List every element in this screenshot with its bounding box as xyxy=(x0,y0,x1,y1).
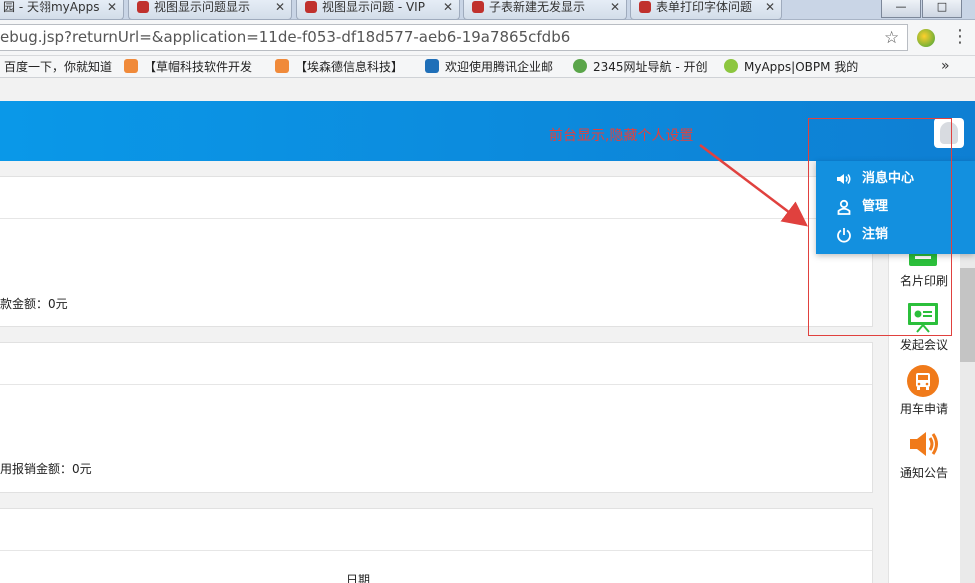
tab-label: 园 - 天翎myApps xyxy=(3,0,100,14)
bookmarks-bar: 百度一下，你就知道 【草帽科技软件开发 【埃森德信息科技】 欢迎使用腾讯企业邮 … xyxy=(0,56,975,78)
close-icon[interactable]: ✕ xyxy=(107,0,117,14)
app-label[interactable]: 用车申请 xyxy=(888,400,960,417)
close-icon[interactable]: ✕ xyxy=(610,0,620,14)
favicon-icon xyxy=(124,59,138,73)
bookmark-item[interactable]: 【埃森德信息科技】 xyxy=(275,59,403,75)
favicon-icon xyxy=(137,1,149,13)
bus-icon[interactable] xyxy=(907,365,939,397)
address-bar: ebug.jsp?returnUrl=&application=11de-f05… xyxy=(0,20,975,56)
browser-tab-strip: 园 - 天翎myApps ✕ 视图显示问题显示 ✕ 视图显示问题 - VIP ✕… xyxy=(0,0,975,20)
bookmark-item[interactable]: 2345网址导航 - 开创 xyxy=(573,59,708,75)
bookmark-item[interactable]: MyApps|OBPM 我的 xyxy=(724,59,858,75)
main-content: 款金额：0元 用报销金额：0元 日期 xyxy=(0,161,888,583)
bookmark-item[interactable]: 百度一下，你就知道 xyxy=(4,59,112,75)
card-amount-text: 款金额：0元 xyxy=(0,297,68,311)
browser-menu-icon[interactable]: ⋮ xyxy=(951,26,969,47)
app-label[interactable]: 通知公告 xyxy=(888,464,960,481)
table-card: 日期 xyxy=(0,508,873,583)
favicon-icon xyxy=(724,59,738,73)
bookmark-item[interactable]: 欢迎使用腾讯企业邮 xyxy=(425,59,553,75)
favicon-icon xyxy=(472,1,484,13)
tab-label: 视图显示问题 - VIP xyxy=(322,0,425,14)
close-icon[interactable]: ✕ xyxy=(443,0,453,14)
restore-button[interactable]: □ xyxy=(922,0,962,18)
card-header xyxy=(0,177,872,219)
card-header xyxy=(0,343,872,385)
minimize-button[interactable]: — xyxy=(881,0,921,18)
card-amount-text: 用报销金额：0元 xyxy=(0,462,92,476)
speaker-icon[interactable] xyxy=(907,428,939,460)
tab-label: 视图显示问题显示 xyxy=(154,0,251,14)
summary-card: 款金额：0元 xyxy=(0,176,873,327)
card-header xyxy=(0,509,872,551)
favicon-icon xyxy=(639,1,651,13)
column-header-date: 日期 xyxy=(346,573,371,583)
bookmarks-more-button[interactable]: » xyxy=(941,58,950,74)
browser-tab-2[interactable]: 视图显示问题显示 ✕ xyxy=(128,0,292,20)
close-icon[interactable]: ✕ xyxy=(275,0,285,14)
summary-card: 用报销金额：0元 xyxy=(0,342,873,493)
favicon-icon xyxy=(275,59,289,73)
annotation-text: 前台显示,隐藏个人设置 xyxy=(549,128,694,144)
scrollbar-thumb[interactable] xyxy=(960,268,975,362)
app-label[interactable]: 发起会议 xyxy=(888,336,960,353)
extension-icon[interactable] xyxy=(917,29,935,47)
bookmark-item[interactable]: 【草帽科技软件开发 xyxy=(124,59,252,75)
browser-tab-3[interactable]: 视图显示问题 - VIP ✕ xyxy=(296,0,460,20)
bookmark-star-icon[interactable]: ☆ xyxy=(884,28,899,48)
favicon-icon xyxy=(425,59,439,73)
annotation-box xyxy=(808,118,952,336)
tab-label: 子表新建无发显示 xyxy=(489,0,586,14)
favicon-icon xyxy=(305,1,317,13)
browser-tab-5[interactable]: 表单打印字体问题 ✕ xyxy=(630,0,782,20)
tab-label: 表单打印字体问题 xyxy=(656,0,753,14)
close-icon[interactable]: ✕ xyxy=(765,0,775,14)
browser-tab-1[interactable]: 园 - 天翎myApps ✕ xyxy=(0,0,124,20)
url-input[interactable]: ebug.jsp?returnUrl=&application=11de-f05… xyxy=(0,24,908,51)
favicon-icon xyxy=(573,59,587,73)
browser-tab-4[interactable]: 子表新建无发显示 ✕ xyxy=(463,0,627,20)
